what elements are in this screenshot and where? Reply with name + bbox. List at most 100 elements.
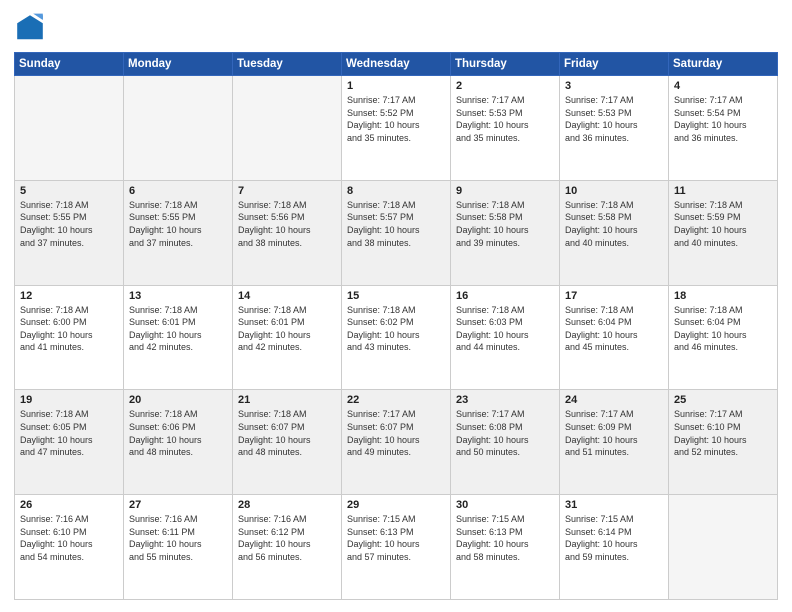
calendar-cell: 8Sunrise: 7:18 AM Sunset: 5:57 PM Daylig… xyxy=(342,180,451,285)
calendar-header-row: SundayMondayTuesdayWednesdayThursdayFrid… xyxy=(15,53,778,76)
day-info: Sunrise: 7:15 AM Sunset: 6:14 PM Dayligh… xyxy=(565,513,663,563)
day-number: 22 xyxy=(347,394,445,406)
day-info: Sunrise: 7:18 AM Sunset: 6:06 PM Dayligh… xyxy=(129,408,227,458)
day-number: 10 xyxy=(565,185,663,197)
calendar-cell: 24 Sunrise: 7:17 AM Sunset: 6:09 PM Dayli… xyxy=(560,390,669,495)
day-info: Sunrise: 7:17 AM Sunset: 5:52 PM Dayligh… xyxy=(347,94,445,144)
day-info: Sunrise: 7:18 AM Sunset: 6:05 PM Dayligh… xyxy=(20,408,118,458)
day-info: Sunrise: 7:18 AM Sunset: 6:04 PM Dayligh… xyxy=(674,304,772,354)
day-number: 13 xyxy=(129,290,227,302)
calendar-cell: 9 Sunrise: 7:18 AM Sunset: 5:58 PM Daylig… xyxy=(451,180,560,285)
logo-icon xyxy=(14,12,46,44)
calendar-cell: 5Sunrise: 7:18 AM Sunset: 5:55 PM Daylig… xyxy=(15,180,124,285)
page: SundayMondayTuesdayWednesdayThursdayFrid… xyxy=(0,0,792,612)
calendar-cell: 22 Sunrise: 7:17 AM Sunset: 6:07 PM Dayli… xyxy=(342,390,451,495)
calendar-cell: 26 Sunrise: 7:16 AM Sunset: 6:10 PM Dayli… xyxy=(15,495,124,600)
day-number: 19 xyxy=(20,394,118,406)
day-number: 26 xyxy=(20,499,118,511)
day-info: Sunrise: 7:18 AM Sunset: 5:55 PM Dayligh… xyxy=(129,199,227,249)
header xyxy=(14,12,778,44)
calendar-cell: 12 Sunrise: 7:18 AM Sunset: 6:00 PM Dayli… xyxy=(15,285,124,390)
day-number: 17 xyxy=(565,290,663,302)
calendar-week-row: 12 Sunrise: 7:18 AM Sunset: 6:00 PM Dayli… xyxy=(15,285,778,390)
day-number: 4 xyxy=(674,80,772,92)
day-number: 1 xyxy=(347,80,445,92)
calendar-cell: 21 Sunrise: 7:18 AM Sunset: 6:07 PM Dayli… xyxy=(233,390,342,495)
calendar-cell: 1 Sunrise: 7:17 AM Sunset: 5:52 PM Daylig… xyxy=(342,76,451,181)
calendar-weekday-friday: Friday xyxy=(560,53,669,76)
calendar-cell: 27 Sunrise: 7:16 AM Sunset: 6:11 PM Dayli… xyxy=(124,495,233,600)
day-number: 2 xyxy=(456,80,554,92)
day-info: Sunrise: 7:17 AM Sunset: 6:08 PM Dayligh… xyxy=(456,408,554,458)
day-info: Sunrise: 7:17 AM Sunset: 5:53 PM Dayligh… xyxy=(456,94,554,144)
day-info: Sunrise: 7:18 AM Sunset: 5:58 PM Dayligh… xyxy=(565,199,663,249)
day-number: 28 xyxy=(238,499,336,511)
day-info: Sunrise: 7:18 AM Sunset: 6:00 PM Dayligh… xyxy=(20,304,118,354)
calendar-cell: 10 Sunrise: 7:18 AM Sunset: 5:58 PM Dayli… xyxy=(560,180,669,285)
day-info: Sunrise: 7:18 AM Sunset: 5:56 PM Dayligh… xyxy=(238,199,336,249)
calendar-cell xyxy=(233,76,342,181)
day-info: Sunrise: 7:17 AM Sunset: 5:54 PM Dayligh… xyxy=(674,94,772,144)
day-info: Sunrise: 7:15 AM Sunset: 6:13 PM Dayligh… xyxy=(456,513,554,563)
day-number: 3 xyxy=(565,80,663,92)
day-number: 18 xyxy=(674,290,772,302)
day-number: 11 xyxy=(674,185,772,197)
day-number: 23 xyxy=(456,394,554,406)
calendar-week-row: 26 Sunrise: 7:16 AM Sunset: 6:10 PM Dayli… xyxy=(15,495,778,600)
calendar-cell: 15Sunrise: 7:18 AM Sunset: 6:02 PM Dayli… xyxy=(342,285,451,390)
day-info: Sunrise: 7:17 AM Sunset: 6:09 PM Dayligh… xyxy=(565,408,663,458)
day-info: Sunrise: 7:18 AM Sunset: 6:03 PM Dayligh… xyxy=(456,304,554,354)
calendar-weekday-sunday: Sunday xyxy=(15,53,124,76)
day-info: Sunrise: 7:18 AM Sunset: 5:55 PM Dayligh… xyxy=(20,199,118,249)
calendar-cell: 2 Sunrise: 7:17 AM Sunset: 5:53 PM Daylig… xyxy=(451,76,560,181)
day-number: 27 xyxy=(129,499,227,511)
day-info: Sunrise: 7:18 AM Sunset: 6:07 PM Dayligh… xyxy=(238,408,336,458)
calendar-cell: 7 Sunrise: 7:18 AM Sunset: 5:56 PM Daylig… xyxy=(233,180,342,285)
day-number: 15 xyxy=(347,290,445,302)
day-info: Sunrise: 7:17 AM Sunset: 5:53 PM Dayligh… xyxy=(565,94,663,144)
day-number: 14 xyxy=(238,290,336,302)
calendar-cell: 28 Sunrise: 7:16 AM Sunset: 6:12 PM Dayli… xyxy=(233,495,342,600)
calendar-cell: 30 Sunrise: 7:15 AM Sunset: 6:13 PM Dayli… xyxy=(451,495,560,600)
day-number: 8 xyxy=(347,185,445,197)
day-number: 31 xyxy=(565,499,663,511)
calendar-cell: 6 Sunrise: 7:18 AM Sunset: 5:55 PM Daylig… xyxy=(124,180,233,285)
day-number: 24 xyxy=(565,394,663,406)
day-info: Sunrise: 7:18 AM Sunset: 6:01 PM Dayligh… xyxy=(238,304,336,354)
calendar-week-row: 1 Sunrise: 7:17 AM Sunset: 5:52 PM Daylig… xyxy=(15,76,778,181)
day-number: 21 xyxy=(238,394,336,406)
day-info: Sunrise: 7:18 AM Sunset: 6:04 PM Dayligh… xyxy=(565,304,663,354)
day-info: Sunrise: 7:17 AM Sunset: 6:07 PM Dayligh… xyxy=(347,408,445,458)
day-info: Sunrise: 7:17 AM Sunset: 6:10 PM Dayligh… xyxy=(674,408,772,458)
day-number: 20 xyxy=(129,394,227,406)
day-info: Sunrise: 7:18 AM Sunset: 5:59 PM Dayligh… xyxy=(674,199,772,249)
calendar-weekday-monday: Monday xyxy=(124,53,233,76)
day-number: 7 xyxy=(238,185,336,197)
day-number: 9 xyxy=(456,185,554,197)
calendar-cell: 20 Sunrise: 7:18 AM Sunset: 6:06 PM Dayli… xyxy=(124,390,233,495)
day-number: 12 xyxy=(20,290,118,302)
day-info: Sunrise: 7:18 AM Sunset: 6:01 PM Dayligh… xyxy=(129,304,227,354)
day-number: 6 xyxy=(129,185,227,197)
calendar-weekday-thursday: Thursday xyxy=(451,53,560,76)
day-info: Sunrise: 7:16 AM Sunset: 6:12 PM Dayligh… xyxy=(238,513,336,563)
day-info: Sunrise: 7:18 AM Sunset: 5:58 PM Dayligh… xyxy=(456,199,554,249)
calendar-cell: 18 Sunrise: 7:18 AM Sunset: 6:04 PM Dayli… xyxy=(669,285,778,390)
calendar-cell: 17 Sunrise: 7:18 AM Sunset: 6:04 PM Dayli… xyxy=(560,285,669,390)
day-info: Sunrise: 7:16 AM Sunset: 6:11 PM Dayligh… xyxy=(129,513,227,563)
calendar-weekday-tuesday: Tuesday xyxy=(233,53,342,76)
calendar-cell: 14 Sunrise: 7:18 AM Sunset: 6:01 PM Dayli… xyxy=(233,285,342,390)
calendar-cell: 13 Sunrise: 7:18 AM Sunset: 6:01 PM Dayli… xyxy=(124,285,233,390)
calendar-cell: 19 Sunrise: 7:18 AM Sunset: 6:05 PM Dayli… xyxy=(15,390,124,495)
calendar-table: SundayMondayTuesdayWednesdayThursdayFrid… xyxy=(14,52,778,600)
day-number: 30 xyxy=(456,499,554,511)
calendar-cell: 29Sunrise: 7:15 AM Sunset: 6:13 PM Dayli… xyxy=(342,495,451,600)
calendar-cell: 4 Sunrise: 7:17 AM Sunset: 5:54 PM Daylig… xyxy=(669,76,778,181)
calendar-cell: 25Sunrise: 7:17 AM Sunset: 6:10 PM Dayli… xyxy=(669,390,778,495)
day-info: Sunrise: 7:16 AM Sunset: 6:10 PM Dayligh… xyxy=(20,513,118,563)
logo xyxy=(14,12,50,44)
calendar-cell xyxy=(669,495,778,600)
calendar-week-row: 5Sunrise: 7:18 AM Sunset: 5:55 PM Daylig… xyxy=(15,180,778,285)
calendar-cell: 16Sunrise: 7:18 AM Sunset: 6:03 PM Dayli… xyxy=(451,285,560,390)
calendar-cell: 11 Sunrise: 7:18 AM Sunset: 5:59 PM Dayli… xyxy=(669,180,778,285)
